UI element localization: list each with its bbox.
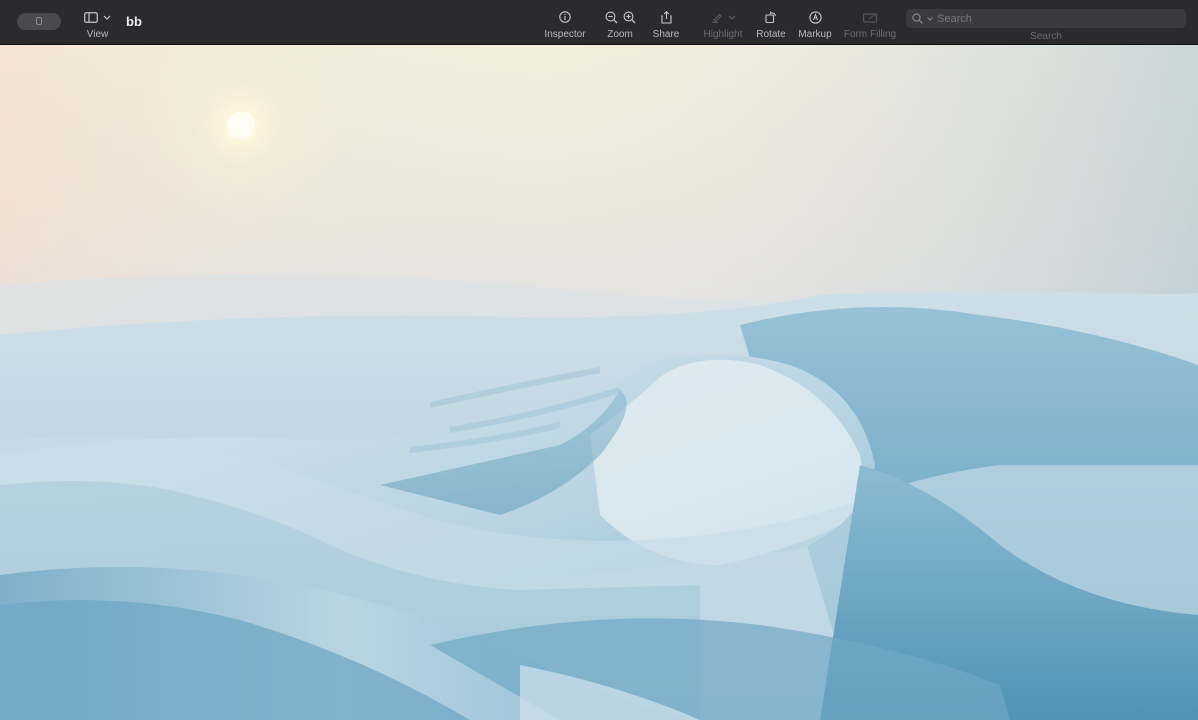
window-controls-icon bbox=[36, 17, 42, 25]
share-label: Share bbox=[652, 29, 680, 40]
inspector-label: Inspector bbox=[544, 29, 586, 40]
search-field[interactable] bbox=[906, 9, 1186, 28]
chevron-down-icon bbox=[728, 15, 735, 20]
highlight-button[interactable]: Highlight bbox=[700, 8, 746, 40]
chevron-down-icon bbox=[927, 16, 933, 21]
search-label: Search bbox=[1030, 31, 1062, 42]
rotate-icon bbox=[765, 11, 776, 23]
window-controls[interactable] bbox=[17, 13, 61, 30]
rotate-label: Rotate bbox=[756, 29, 786, 40]
search-icon bbox=[912, 13, 923, 24]
markup-label: Markup bbox=[798, 29, 832, 40]
markup-pen-icon bbox=[808, 10, 822, 24]
rotate-button[interactable]: Rotate bbox=[755, 8, 787, 40]
zoom-in-icon[interactable] bbox=[623, 11, 636, 24]
desert-dunes-image bbox=[0, 45, 1198, 720]
preview-window: View bb Inspector Zoom Share Highlight R… bbox=[0, 0, 1198, 720]
search-input[interactable] bbox=[937, 12, 1186, 25]
image-canvas[interactable] bbox=[0, 45, 1198, 720]
info-icon bbox=[559, 11, 571, 23]
form-filling-button[interactable]: Form Filling bbox=[843, 8, 897, 40]
chevron-down-icon bbox=[103, 15, 111, 20]
zoom-out-icon[interactable] bbox=[605, 11, 618, 24]
view-button[interactable]: View bbox=[84, 8, 111, 40]
zoom-label: Zoom bbox=[607, 29, 633, 40]
view-label: View bbox=[86, 29, 109, 40]
sidebar-icon bbox=[84, 11, 98, 23]
inspector-button[interactable]: Inspector bbox=[543, 8, 587, 40]
highlight-label: Highlight bbox=[703, 29, 743, 40]
toolbar: View bb Inspector Zoom Share Highlight R… bbox=[0, 0, 1198, 45]
zoom-control: Zoom bbox=[600, 8, 640, 40]
form-filling-icon bbox=[862, 13, 877, 22]
share-button[interactable]: Share bbox=[652, 8, 680, 40]
form-filling-label: Form Filling bbox=[843, 29, 897, 40]
highlighter-icon bbox=[711, 13, 722, 23]
share-icon bbox=[660, 10, 672, 24]
markup-button[interactable]: Markup bbox=[797, 8, 833, 40]
document-title: bb bbox=[126, 14, 142, 29]
